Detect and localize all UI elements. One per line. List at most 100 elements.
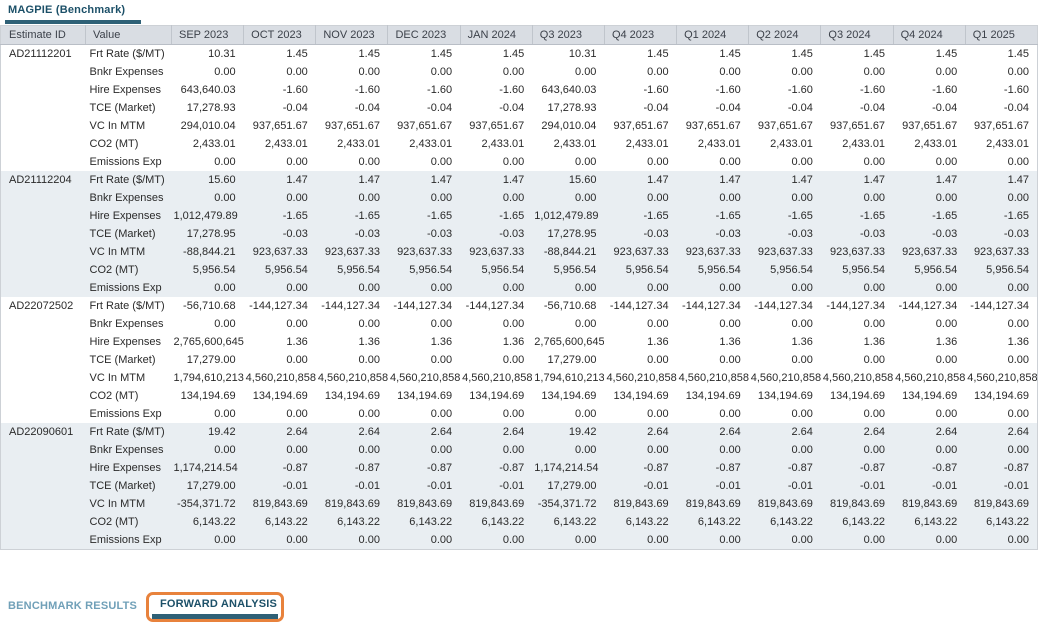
- tab-forward-analysis[interactable]: FORWARD ANALYSIS: [160, 598, 277, 610]
- value-cell: 0.00: [388, 441, 460, 459]
- estimate-id-cell: [1, 405, 86, 423]
- row-label-cell: Bnkr Expenses: [86, 315, 172, 333]
- value-cell: -0.03: [677, 225, 749, 243]
- value-cell: -1.60: [244, 81, 316, 99]
- value-cell: 0.00: [749, 405, 821, 423]
- table-row: AD22090601Frt Rate ($/MT)19.422.642.642.…: [1, 423, 1038, 441]
- value-cell: 134,194.69: [532, 387, 604, 405]
- value-cell: -144,127.34: [965, 297, 1037, 315]
- value-cell: 1,012,479.89: [532, 207, 604, 225]
- column-header[interactable]: DEC 2023: [388, 26, 460, 45]
- column-header[interactable]: Q1 2024: [677, 26, 749, 45]
- value-cell: 0.00: [532, 531, 604, 550]
- value-cell: -0.03: [821, 225, 893, 243]
- value-cell: -0.03: [316, 225, 388, 243]
- value-cell: 6,143.22: [532, 513, 604, 531]
- table-row: AD22072502Frt Rate ($/MT)-56,710.68-144,…: [1, 297, 1038, 315]
- value-cell: -1.60: [821, 81, 893, 99]
- estimate-id-cell: [1, 441, 86, 459]
- value-cell: 19.42: [172, 423, 244, 441]
- value-cell: -0.04: [821, 99, 893, 117]
- estimate-id-cell: [1, 387, 86, 405]
- value-cell: 0.00: [244, 351, 316, 369]
- value-cell: 0.00: [965, 315, 1037, 333]
- value-cell: 819,843.69: [749, 495, 821, 513]
- column-header[interactable]: Q2 2024: [749, 26, 821, 45]
- value-cell: 923,637.33: [604, 243, 676, 261]
- column-header[interactable]: NOV 2023: [316, 26, 388, 45]
- value-cell: 0.00: [388, 531, 460, 550]
- value-cell: -0.87: [893, 459, 965, 477]
- value-cell: 0.00: [532, 441, 604, 459]
- value-cell: 937,651.67: [677, 117, 749, 135]
- value-cell: 923,637.33: [244, 243, 316, 261]
- value-cell: 0.00: [893, 351, 965, 369]
- value-cell: 0.00: [316, 315, 388, 333]
- row-label-cell: VC In MTM: [86, 243, 172, 261]
- value-cell: 1.45: [316, 45, 388, 64]
- value-cell: 0.00: [460, 189, 532, 207]
- value-cell: 0.00: [677, 63, 749, 81]
- value-cell: 1,012,479.89: [172, 207, 244, 225]
- value-cell: 6,143.22: [677, 513, 749, 531]
- value-cell: 0.00: [677, 279, 749, 297]
- value-cell: 134,194.69: [821, 387, 893, 405]
- column-header[interactable]: Q4 2023: [604, 26, 676, 45]
- row-label-cell: Hire Expenses: [86, 333, 172, 351]
- tab-magpie-benchmark-label[interactable]: MAGPIE (Benchmark): [8, 4, 125, 16]
- table-row: Emissions Exp0.000.000.000.000.000.000.0…: [1, 405, 1038, 423]
- value-cell: -0.04: [388, 99, 460, 117]
- column-header[interactable]: SEP 2023: [172, 26, 244, 45]
- value-cell: 0.00: [532, 153, 604, 171]
- row-label-cell: VC In MTM: [86, 117, 172, 135]
- table-row: Emissions Exp0.000.000.000.000.000.000.0…: [1, 153, 1038, 171]
- value-cell: 2.64: [749, 423, 821, 441]
- value-cell: 0.00: [316, 405, 388, 423]
- value-cell: 1.36: [388, 333, 460, 351]
- value-cell: 1.45: [965, 45, 1037, 64]
- value-cell: 0.00: [460, 405, 532, 423]
- column-header[interactable]: JAN 2024: [460, 26, 532, 45]
- value-cell: 0.00: [172, 405, 244, 423]
- table-row: VC In MTM-354,371.72819,843.69819,843.69…: [1, 495, 1038, 513]
- value-cell: -144,127.34: [244, 297, 316, 315]
- row-label-cell: Bnkr Expenses: [86, 189, 172, 207]
- value-cell: 1.36: [316, 333, 388, 351]
- column-header[interactable]: Q3 2023: [532, 26, 604, 45]
- column-header[interactable]: Estimate ID: [1, 26, 86, 45]
- column-header[interactable]: Q3 2024: [821, 26, 893, 45]
- value-cell: -0.04: [677, 99, 749, 117]
- value-cell: 2.64: [821, 423, 893, 441]
- table-row: VC In MTM-88,844.21923,637.33923,637.339…: [1, 243, 1038, 261]
- value-cell: -144,127.34: [316, 297, 388, 315]
- value-cell: 819,843.69: [965, 495, 1037, 513]
- value-cell: 1.36: [965, 333, 1037, 351]
- value-cell: 1.47: [821, 171, 893, 189]
- estimate-id-cell: [1, 531, 86, 550]
- value-cell: 17,278.95: [172, 225, 244, 243]
- value-cell: 0.00: [388, 351, 460, 369]
- column-header[interactable]: OCT 2023: [244, 26, 316, 45]
- value-cell: 0.00: [172, 189, 244, 207]
- value-cell: 5,956.54: [821, 261, 893, 279]
- value-cell: 0.00: [677, 315, 749, 333]
- column-header[interactable]: Q1 2025: [965, 26, 1037, 45]
- table-body: AD21112201Frt Rate ($/MT)10.311.451.451.…: [1, 45, 1038, 550]
- estimate-id-cell: AD22072502: [1, 297, 86, 315]
- value-cell: 5,956.54: [172, 261, 244, 279]
- estimate-id-cell: [1, 153, 86, 171]
- row-label-cell: Emissions Exp: [86, 279, 172, 297]
- tab-benchmark-results[interactable]: BENCHMARK RESULTS: [8, 600, 137, 612]
- value-cell: -1.65: [316, 207, 388, 225]
- value-cell: 0.00: [677, 531, 749, 550]
- row-label-cell: VC In MTM: [86, 369, 172, 387]
- value-cell: 923,637.33: [965, 243, 1037, 261]
- column-header[interactable]: Q4 2024: [893, 26, 965, 45]
- value-cell: 2.64: [460, 423, 532, 441]
- value-cell: 1.36: [677, 333, 749, 351]
- column-header[interactable]: Value: [86, 26, 172, 45]
- value-cell: 0.00: [965, 531, 1037, 550]
- value-cell: 0.00: [749, 351, 821, 369]
- value-cell: 6,143.22: [604, 513, 676, 531]
- value-cell: -0.04: [316, 99, 388, 117]
